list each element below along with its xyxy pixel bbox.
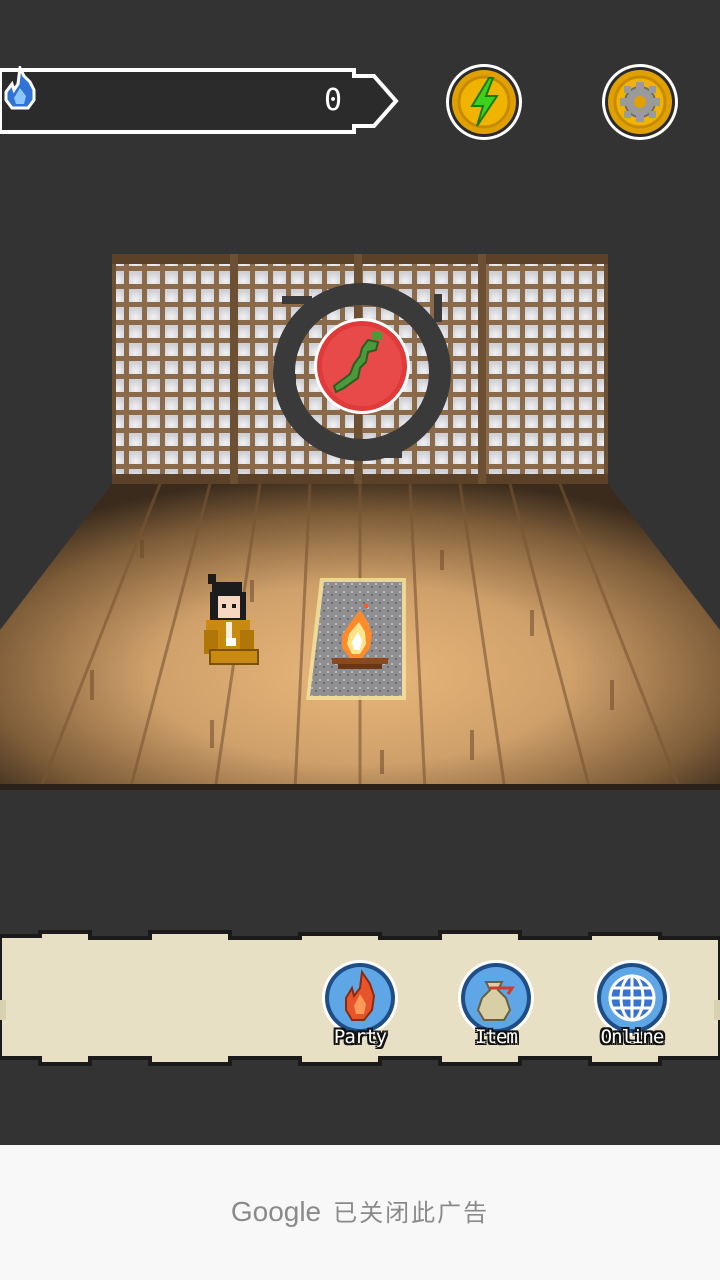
gear-icon	[620, 82, 660, 122]
settings-button[interactable]	[600, 62, 680, 142]
currency-value: 0	[323, 83, 342, 118]
japan-map-emblem[interactable]	[264, 282, 460, 472]
party-button[interactable]: Party	[318, 958, 402, 1054]
item-button[interactable]: Item	[454, 958, 538, 1054]
currency-bar: 0	[0, 66, 400, 136]
ad-brand: Google	[230, 1196, 322, 1227]
party-label: Party	[333, 1026, 387, 1048]
item-label: Item	[475, 1026, 518, 1048]
ad-message: 已关闭此广告	[333, 1199, 490, 1227]
energy-button[interactable]	[444, 62, 524, 142]
ad-closed-notice: Google 已关闭此广告	[0, 1193, 720, 1228]
online-button[interactable]: Online	[590, 958, 674, 1054]
online-label: Online	[600, 1026, 665, 1048]
samurai-character[interactable]	[196, 572, 262, 672]
ad-banner: Google 已关闭此广告	[0, 1145, 720, 1280]
globe-icon	[608, 974, 656, 1022]
game-screen: 0 Party Item Online Google 已关闭此广告	[0, 0, 720, 1280]
campfire[interactable]	[302, 574, 422, 704]
blue-flame-icon	[4, 66, 36, 110]
